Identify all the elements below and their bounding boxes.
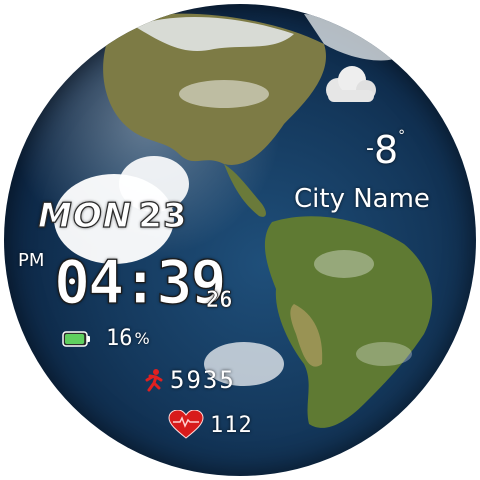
cloud-icon	[326, 66, 376, 102]
heart-icon	[168, 410, 204, 439]
weekday-label: MON	[37, 195, 133, 236]
temperature-value: 8	[373, 128, 399, 172]
degree-symbol: °	[398, 128, 406, 144]
central-america-landmass	[224, 164, 266, 217]
south-america-landmass	[264, 216, 433, 428]
heart-rate-value: 112	[210, 412, 253, 438]
seconds-display: 26	[206, 288, 233, 314]
watch-face: -8° City Name MON 23 PM 04:39 26 16% 5935…	[4, 4, 476, 476]
steps-value: 5935	[170, 366, 236, 394]
temperature-readout: -8°	[366, 128, 405, 172]
battery-icon	[62, 330, 90, 347]
cloud-patch	[314, 250, 374, 278]
earth-background	[54, 13, 433, 428]
battery-value: 16	[106, 326, 133, 351]
battery-fill	[65, 333, 85, 344]
running-person-icon	[145, 369, 163, 392]
date-display: MON 23	[37, 195, 188, 236]
battery-unit: %	[134, 329, 150, 348]
day-number: 23	[138, 195, 188, 236]
city-name: City Name	[294, 184, 430, 214]
cloud-patch	[179, 80, 269, 108]
cloud-patch	[356, 342, 412, 366]
ampm-indicator: PM	[18, 250, 45, 271]
time-display: 04:39	[53, 247, 227, 318]
steps-complication: 5935	[142, 366, 236, 394]
battery-complication: 16%	[62, 326, 150, 351]
heart-rate-complication: 112	[168, 410, 253, 440]
temperature-sign: -	[366, 136, 374, 161]
